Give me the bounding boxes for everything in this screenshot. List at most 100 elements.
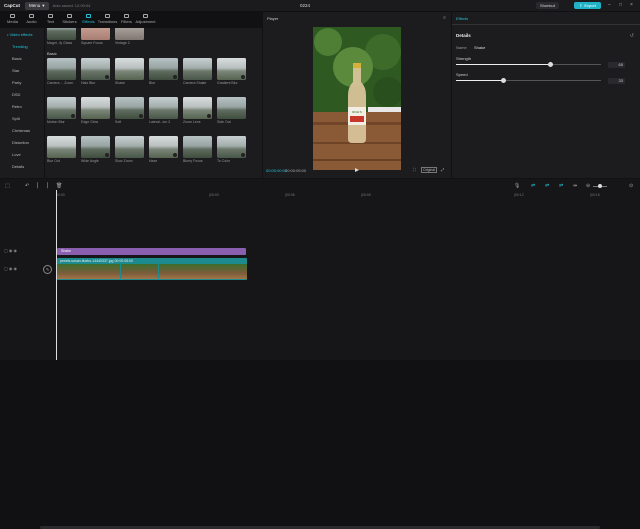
effect-thumb[interactable]: Square Focus — [81, 28, 110, 46]
menu-label: Menu — [29, 3, 41, 8]
effect-thumb[interactable]: Camera Shake — [183, 58, 212, 86]
tab-audio[interactable]: Audio — [22, 12, 41, 26]
tab-effects-props[interactable]: Effects — [456, 16, 468, 21]
download-icon[interactable] — [139, 114, 143, 118]
delete-icon[interactable]: 🗑 — [56, 183, 62, 189]
shortcut-button[interactable]: Shortcut — [536, 2, 559, 9]
fullscreen-fit-icon[interactable]: ⛶ — [413, 167, 416, 172]
effect-thumb[interactable]: Motion Blur — [47, 97, 76, 125]
sidebar-item-retro[interactable]: Retro — [0, 100, 44, 112]
strength-handle[interactable] — [547, 62, 553, 67]
effect-thumb[interactable]: Side Out — [217, 97, 246, 125]
fit-timeline-icon[interactable]: ⊙ — [629, 183, 633, 189]
video-effects-header[interactable]: • Video effects — [0, 28, 44, 40]
expand-icon[interactable]: ⤢ — [441, 167, 444, 172]
tab-stickers[interactable]: Stickers — [60, 12, 79, 26]
linkage-icon[interactable]: ⇌ — [559, 183, 563, 189]
sidebar-item-party[interactable]: Party — [0, 76, 44, 88]
download-icon[interactable] — [173, 75, 177, 79]
tab-text[interactable]: Text — [41, 12, 60, 26]
maximize-icon[interactable]: □ — [619, 2, 622, 8]
zoom-out-icon[interactable]: ⊖ — [586, 183, 590, 189]
preview-axis-icon[interactable]: ⇹ — [573, 183, 577, 189]
speed-value[interactable]: 33 — [608, 78, 625, 84]
effect-thumb[interactable]: Lateral...ion 2 — [149, 97, 178, 125]
sidebar-item-split[interactable]: Split — [0, 112, 44, 124]
download-icon[interactable] — [71, 114, 75, 118]
effect-thumb[interactable]: To Color — [217, 136, 246, 164]
effect-preview — [115, 28, 144, 40]
close-icon[interactable]: × — [630, 2, 633, 8]
effect-thumb[interactable]: Slow Zoom — [115, 136, 144, 164]
speed-handle[interactable] — [501, 78, 507, 83]
tab-media[interactable]: Media — [3, 12, 22, 26]
effect-thumb[interactable]: Magni...fy Glass — [47, 28, 76, 46]
play-button[interactable] — [355, 168, 359, 172]
effect-thumb[interactable]: Haze — [149, 136, 178, 164]
effect-thumb[interactable]: Wide Angle — [81, 136, 110, 164]
microphone-icon[interactable]: 🎙 — [514, 183, 520, 189]
split-right-icon[interactable]: ⎮ — [46, 183, 49, 189]
undo-icon[interactable]: ↶ — [25, 183, 29, 189]
details-heading: Details — [456, 33, 471, 38]
sidebar-item-distortion[interactable]: Distortion — [0, 136, 44, 148]
download-icon[interactable] — [105, 153, 109, 157]
effect-thumb[interactable]: Vintage 2 — [115, 28, 144, 46]
tab-adjustment[interactable]: Adjustment — [136, 12, 156, 26]
effect-clip[interactable]: Shake — [57, 248, 246, 255]
effect-thumb[interactable]: Blur Out — [47, 136, 76, 164]
effect-label: Soft — [115, 120, 122, 124]
strength-value[interactable]: 65 — [608, 62, 625, 68]
video-clip[interactable]: pexels-susan-ifueko-14440337.jpg 00:00:0… — [57, 258, 247, 280]
sidebar-item-trending[interactable]: Trending — [0, 40, 44, 52]
strength-slider[interactable] — [456, 62, 601, 67]
effect-thumb[interactable]: Blurry Focus — [183, 136, 212, 164]
effect-preview — [81, 97, 110, 119]
link-main-track-icon[interactable]: ⇌ — [531, 183, 535, 189]
asset-toolbar: Media Audio Text Stickers Effects Transi… — [0, 12, 262, 26]
cover-icon[interactable]: ✎ — [43, 265, 52, 274]
effect-track-controls[interactable]: ▢ ◉ ◉ — [4, 248, 17, 253]
ratio-button[interactable]: Original — [421, 167, 438, 173]
magnet-icon[interactable]: ⇌ — [545, 183, 549, 189]
select-tool-icon[interactable]: ⬚ — [5, 183, 10, 189]
effect-preview — [183, 58, 212, 80]
reset-icon[interactable]: ↺ — [630, 33, 634, 39]
download-icon[interactable] — [207, 114, 211, 118]
effect-thumb[interactable]: Halo Blur — [81, 58, 110, 86]
upload-icon: ⇪ — [579, 3, 583, 8]
video-track-controls[interactable]: ▢ ◉ ◉ — [4, 266, 17, 271]
timeline-panel: ⬚ ↶ ⎮ ⎮ 🗑 🎙 ⇌ ⇌ ⇌ ⇹ ⊖ ⊙ 00:00 |00:03 |00… — [0, 179, 640, 529]
playhead[interactable] — [56, 190, 57, 360]
split-icon[interactable]: ⎮ — [36, 183, 39, 189]
clip-frame — [196, 264, 210, 279]
menu-icon[interactable]: ≡ — [443, 15, 446, 21]
sidebar-item-details[interactable]: Details — [0, 160, 44, 172]
player-title: Player — [267, 16, 279, 21]
effect-thumb[interactable]: Blur — [149, 58, 178, 86]
minimize-icon[interactable]: – — [608, 2, 611, 8]
download-icon[interactable] — [241, 75, 245, 79]
sidebar-item-dsd[interactable]: DSD — [0, 88, 44, 100]
effect-thumb[interactable]: Camera ... Zoom — [47, 58, 76, 86]
tab-transitions[interactable]: Transitions — [98, 12, 117, 26]
download-icon[interactable] — [105, 75, 109, 79]
sidebar-item-star[interactable]: Star — [0, 64, 44, 76]
export-button[interactable]: ⇪ Export — [574, 2, 601, 9]
tab-filters[interactable]: Filters — [117, 12, 136, 26]
download-icon[interactable] — [173, 153, 177, 157]
sidebar-item-love[interactable]: Love — [0, 148, 44, 160]
menu-button[interactable]: Menu ▾ — [25, 1, 49, 10]
speed-slider[interactable] — [456, 78, 601, 83]
sidebar-item-basic[interactable]: Basic — [0, 52, 44, 64]
zoom-handle[interactable] — [598, 184, 602, 188]
effect-thumb[interactable]: Gradient Blur — [217, 58, 246, 86]
download-icon[interactable] — [241, 153, 245, 157]
effect-clip-label: Shake — [61, 249, 71, 253]
tab-effects[interactable]: Effects — [79, 12, 98, 26]
effect-thumb[interactable]: Edge Glow — [81, 97, 110, 125]
effect-thumb[interactable]: Soft — [115, 97, 144, 125]
effect-thumb[interactable]: Shake — [115, 58, 144, 86]
effect-thumb[interactable]: Zoom Lens — [183, 97, 212, 125]
sidebar-item-christmas[interactable]: Christmas — [0, 124, 44, 136]
